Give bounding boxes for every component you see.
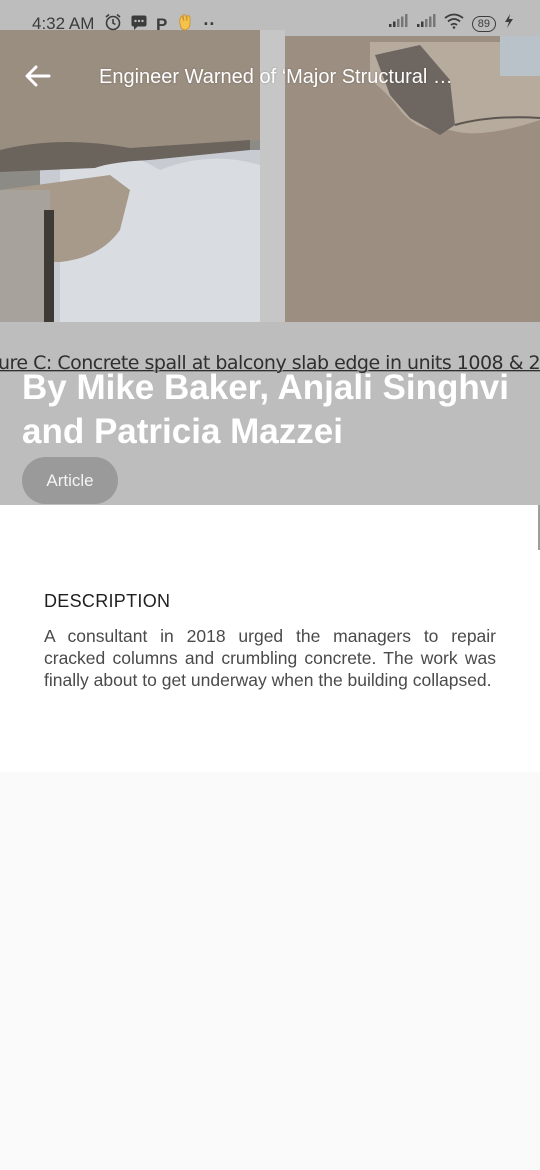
battery-icon: 89 xyxy=(471,15,496,32)
article-type-chip[interactable]: Article xyxy=(22,457,118,504)
description-heading: DESCRIPTION xyxy=(44,591,171,611)
top-app-bar: Engineer Warned of ‘Major Structural … xyxy=(0,48,540,108)
wifi-icon xyxy=(444,13,464,34)
back-button[interactable] xyxy=(22,62,54,94)
status-left-icons: P ·· xyxy=(104,12,215,37)
waving-hand-icon xyxy=(175,12,195,37)
status-right-icons: 89 xyxy=(388,13,514,34)
description-card: DESCRIPTION A consultant in 2018 urged t… xyxy=(0,505,540,772)
arrow-left-icon xyxy=(25,65,51,92)
signal-icon xyxy=(388,14,408,33)
status-time: 4:32 AM xyxy=(32,14,95,33)
signal-icon-2 xyxy=(416,14,436,33)
alarm-icon xyxy=(104,13,122,36)
message-icon xyxy=(130,13,148,36)
paytm-icon: P xyxy=(156,14,168,34)
more-dots-icon: ·· xyxy=(203,14,216,34)
description-body: A consultant in 2018 urged the managers … xyxy=(44,626,496,690)
charging-icon xyxy=(504,14,514,33)
byline: By Mike Baker, Anjali Singhvi and Patric… xyxy=(22,368,509,451)
page-title: Engineer Warned of ‘Major Structural … xyxy=(99,66,453,88)
status-bar: 4:32 AM P ·· 89 xyxy=(0,0,540,48)
